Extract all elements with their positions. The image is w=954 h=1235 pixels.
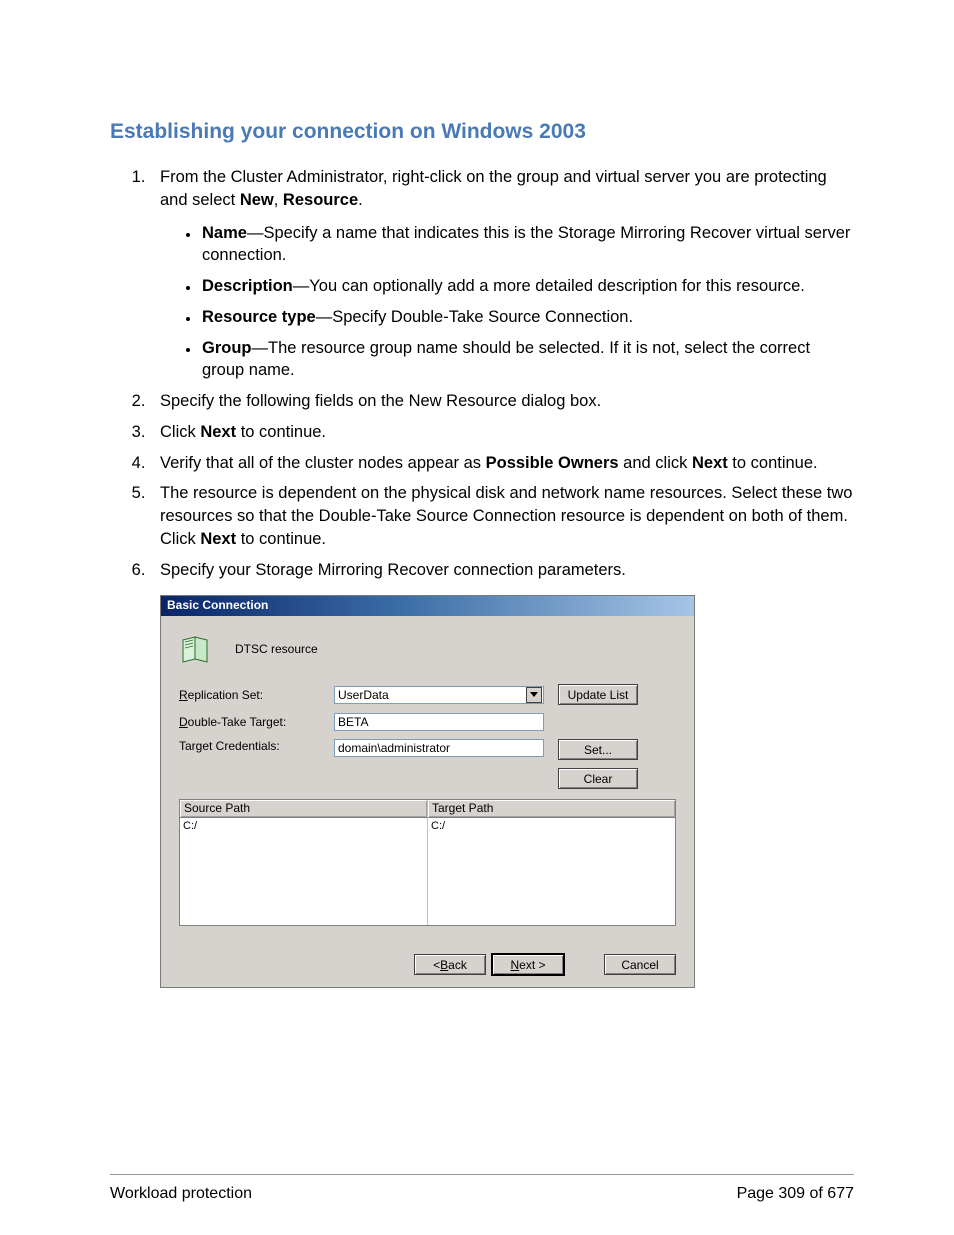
text: Verify that all of the cluster nodes app… (160, 454, 486, 472)
label-replication-set: Replication Set: (179, 688, 334, 702)
text-bold: Next (200, 530, 236, 548)
target-credentials-input[interactable]: domain\administrator (334, 739, 544, 757)
chevron-down-icon[interactable] (526, 687, 542, 703)
section-title: Establishing your connection on Windows … (110, 120, 854, 144)
text: , (274, 191, 283, 209)
next-button[interactable]: Next > (492, 954, 564, 975)
text: —The resource group name should be selec… (202, 339, 810, 380)
dialog-resource-label: DTSC resource (235, 642, 318, 656)
label-target-credentials: Target Credentials: (179, 739, 334, 753)
sub-list: Name—Specify a name that indicates this … (160, 222, 854, 383)
combobox-value: UserData (338, 686, 389, 704)
text: . (358, 191, 363, 209)
dialog-basic-connection: Basic Connection DTSC resource Replicati… (160, 595, 695, 988)
target-path-cell[interactable]: C:/ (428, 818, 675, 834)
list-item: From the Cluster Administrator, right-cl… (150, 166, 854, 382)
text: Specify the following fields on the New … (160, 392, 601, 410)
text: —Specify a name that indicates this is t… (202, 224, 850, 265)
label-double-take-target: Double-Take Target: (179, 715, 334, 729)
column-header-target[interactable]: Target Path (428, 800, 675, 818)
clear-button[interactable]: Clear (558, 768, 638, 789)
text: to continue. (236, 423, 326, 441)
text-bold: Resource (283, 191, 358, 209)
text-bold: Resource type (202, 308, 316, 326)
list-item: Verify that all of the cluster nodes app… (150, 452, 854, 475)
text: and click (619, 454, 692, 472)
paths-table: Source Path C:/ Target Path C:/ (179, 799, 676, 926)
set-button[interactable]: Set... (558, 739, 638, 760)
text-bold: Possible Owners (486, 454, 619, 472)
source-path-cell[interactable]: C:/ (180, 818, 427, 834)
text: to continue. (728, 454, 818, 472)
list-item: Name—Specify a name that indicates this … (200, 222, 854, 268)
text: —Specify Double-Take Source Connection. (316, 308, 633, 326)
text-bold: New (240, 191, 274, 209)
input-value: domain\administrator (338, 739, 450, 757)
footer-right: Page 309 of 677 (737, 1185, 854, 1203)
list-item: Specify your Storage Mirroring Recover c… (150, 559, 854, 582)
text: Click (160, 423, 200, 441)
footer-left: Workload protection (110, 1185, 252, 1203)
cancel-button[interactable]: Cancel (604, 954, 676, 975)
text-bold: Group (202, 339, 252, 357)
list-item: Click Next to continue. (150, 421, 854, 444)
double-take-target-input[interactable]: BETA (334, 713, 544, 731)
update-list-button[interactable]: Update List (558, 684, 638, 705)
ordered-list: From the Cluster Administrator, right-cl… (110, 166, 854, 581)
list-item: The resource is dependent on the physica… (150, 482, 854, 550)
text-bold: Next (692, 454, 728, 472)
list-item: Resource type—Specify Double-Take Source… (200, 306, 854, 329)
column-header-source[interactable]: Source Path (180, 800, 427, 818)
text-bold: Description (202, 277, 293, 295)
book-icon (181, 634, 217, 664)
list-item: Specify the following fields on the New … (150, 390, 854, 413)
dialog-titlebar: Basic Connection (161, 596, 694, 616)
text: —You can optionally add a more detailed … (293, 277, 805, 295)
text-bold: Name (202, 224, 247, 242)
list-item: Group—The resource group name should be … (200, 337, 854, 383)
text: to continue. (236, 530, 326, 548)
text: Specify your Storage Mirroring Recover c… (160, 561, 626, 579)
list-item: Description—You can optionally add a mor… (200, 275, 854, 298)
text-bold: Next (200, 423, 236, 441)
replication-set-combobox[interactable]: UserData (334, 686, 544, 704)
back-button[interactable]: < Back (414, 954, 486, 975)
input-value: BETA (338, 713, 368, 731)
